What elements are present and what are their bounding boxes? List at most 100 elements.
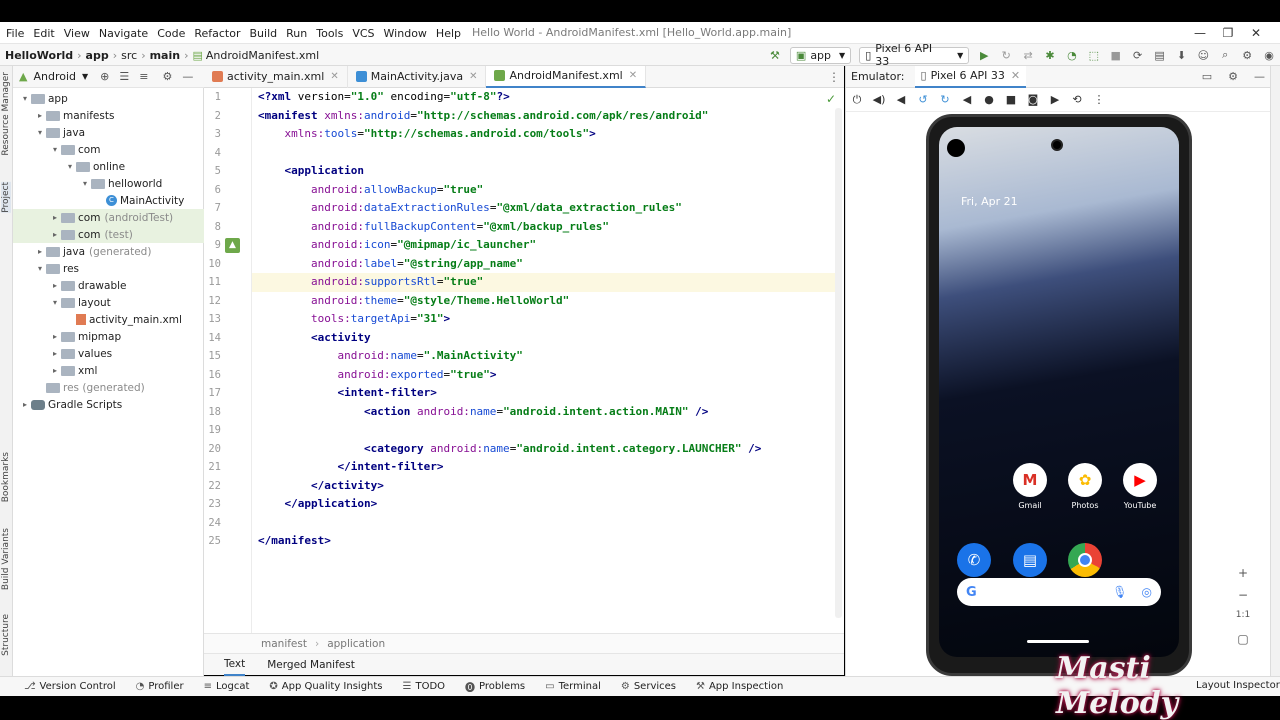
breadcrumb-item[interactable]: main xyxy=(150,49,181,62)
search-icon[interactable]: ⌕ xyxy=(1214,46,1236,64)
rotate-left-icon[interactable]: ↺ xyxy=(912,93,934,106)
code-line[interactable] xyxy=(258,421,840,440)
more-options-icon[interactable]: ⋮ xyxy=(1088,93,1110,106)
chevron-down-icon[interactable]: ▾ xyxy=(19,94,31,103)
bookmarks-tab[interactable]: Bookmarks xyxy=(1,452,11,502)
apply-changes-icon[interactable]: ⇄ xyxy=(1017,46,1039,64)
gradle-sync-icon[interactable]: ⟳ xyxy=(1127,46,1149,64)
profile-icon[interactable]: ◔ xyxy=(1061,46,1083,64)
code-line[interactable]: android:fullBackupContent="@xml/backup_r… xyxy=(258,218,840,237)
app-messages[interactable]: ▤ xyxy=(1005,543,1055,581)
zoom-in-button[interactable]: + xyxy=(1232,566,1254,588)
tree-item[interactable]: ▸ java (generated) xyxy=(13,243,204,260)
rotate-right-icon[interactable]: ↻ xyxy=(934,93,956,106)
app-chrome[interactable] xyxy=(1060,543,1110,581)
breadcrumb-application[interactable]: application xyxy=(327,638,385,650)
chevron-right-icon[interactable]: ▸ xyxy=(49,281,61,290)
google-search-bar[interactable]: G 🎙 ◎ xyxy=(957,578,1161,606)
menu-item-edit[interactable]: Edit xyxy=(33,27,54,40)
breadcrumb-item[interactable]: AndroidManifest.xml xyxy=(206,49,319,62)
sdk-manager-icon[interactable]: ⬇ xyxy=(1170,46,1192,64)
tree-item[interactable]: ▸ com (test) xyxy=(13,226,204,243)
launcher-icon-preview-icon[interactable]: ▲ xyxy=(225,238,240,253)
code-line[interactable] xyxy=(258,514,840,533)
code-line[interactable]: <?xml version="1.0" encoding="utf-8"?> xyxy=(258,88,840,107)
android-studio-logo-icon[interactable]: ◉ xyxy=(1258,46,1280,64)
volume-up-icon[interactable]: ◀) xyxy=(868,93,890,106)
project-view-select[interactable]: Android xyxy=(33,70,76,83)
tool-window-todo[interactable]: ☰ TODO xyxy=(403,681,446,692)
chevron-right-icon[interactable]: ▸ xyxy=(19,400,31,409)
tree-item[interactable]: ▾ res xyxy=(13,260,204,277)
code-line[interactable]: <action android:name="android.intent.act… xyxy=(258,403,840,422)
chevron-down-icon[interactable]: ▾ xyxy=(64,162,76,171)
lens-icon[interactable]: ◎ xyxy=(1142,585,1152,599)
app-photos[interactable]: ✿ Photos xyxy=(1060,463,1110,510)
menu-item-refactor[interactable]: Refactor xyxy=(194,27,240,40)
code-line[interactable]: <manifest xmlns:android="http://schemas.… xyxy=(258,107,840,126)
tool-window-app-inspection[interactable]: ⚒ App Inspection xyxy=(696,681,783,692)
breadcrumb-item[interactable]: HelloWorld xyxy=(5,49,73,62)
home-icon[interactable]: ● xyxy=(978,93,1000,106)
power-icon[interactable]: ⏻ xyxy=(846,93,868,107)
window-layout-icon[interactable]: ▭ xyxy=(1202,70,1212,83)
menu-item-navigate[interactable]: Navigate xyxy=(99,27,148,40)
tree-item[interactable]: ▸ xml xyxy=(13,362,204,379)
tool-window-terminal[interactable]: ▭ Terminal xyxy=(545,681,601,692)
overview-icon[interactable]: ■ xyxy=(1000,93,1022,106)
code-line[interactable] xyxy=(258,144,840,163)
breadcrumb-item[interactable]: app xyxy=(86,49,109,62)
code-line[interactable]: android:theme="@style/Theme.HelloWorld" xyxy=(258,292,840,311)
chevron-down-icon[interactable]: ▾ xyxy=(34,128,46,137)
screenshot-icon[interactable]: ◙ xyxy=(1022,93,1044,106)
home-date[interactable]: Fri, Apr 21 xyxy=(961,195,1018,208)
tree-item[interactable]: ▸ mipmap xyxy=(13,328,204,345)
more-options-icon[interactable]: ⋮ xyxy=(828,70,840,84)
chevron-right-icon[interactable]: ▸ xyxy=(49,349,61,358)
chevron-right-icon[interactable]: ▸ xyxy=(49,213,61,222)
chevron-down-icon[interactable]: ▾ xyxy=(79,179,91,188)
menu-item-tools[interactable]: Tools xyxy=(316,27,343,40)
code-line[interactable]: android:dataExtractionRules="@xml/data_e… xyxy=(258,199,840,218)
resource-manager-tab[interactable]: Resource Manager xyxy=(1,72,11,156)
zoom-out-button[interactable]: − xyxy=(1232,588,1254,610)
tool-window-app-quality-insights[interactable]: ✪ App Quality Insights xyxy=(269,681,382,692)
code-line[interactable]: </application> xyxy=(258,495,840,514)
hide-icon[interactable]: — xyxy=(182,70,193,83)
tree-item[interactable]: activity_main.xml xyxy=(13,311,204,328)
code-editor[interactable]: 1 2 3 4 5 6 7 8 9 10 11 12 13 14 15 16 17 18 19 20 21 22 23 24 2… xyxy=(204,88,844,633)
app-gmail[interactable]: M Gmail xyxy=(1005,463,1055,510)
chevron-right-icon[interactable]: ▸ xyxy=(34,247,46,256)
tree-item[interactable]: ▾ online xyxy=(13,158,204,175)
code-line[interactable]: <application xyxy=(258,162,840,181)
gear-icon[interactable]: ⚙ xyxy=(162,70,172,83)
account-icon[interactable]: ☺ xyxy=(1192,46,1214,64)
minimize-icon[interactable]: — xyxy=(1186,26,1214,40)
editor-tab[interactable]: activity_main.xml ✕ xyxy=(204,65,348,88)
tree-item[interactable]: ▾ app xyxy=(13,90,204,107)
code-line[interactable]: <category android:name="android.intent.c… xyxy=(258,440,840,459)
close-icon[interactable]: ✕ xyxy=(469,71,477,82)
screen-record-icon[interactable]: ▶ xyxy=(1044,93,1066,106)
close-icon[interactable]: ✕ xyxy=(1011,69,1020,82)
menu-item-build[interactable]: Build xyxy=(250,27,278,40)
menu-item-window[interactable]: Window xyxy=(384,27,427,40)
build-variants-tab[interactable]: Build Variants xyxy=(1,528,11,590)
attach-debugger-icon[interactable]: ⬚ xyxy=(1083,46,1105,64)
close-icon[interactable]: ✕ xyxy=(1242,26,1270,40)
code-line[interactable]: android:icon="@mipmap/ic_launcher" xyxy=(258,236,840,255)
editor-tab[interactable]: MainActivity.java ✕ xyxy=(348,65,487,88)
device-select[interactable]: ▯ Pixel 6 API 33 ▼ xyxy=(859,42,970,68)
tree-item[interactable]: ▸ com (androidTest) xyxy=(13,209,204,226)
tree-item[interactable]: ▾ java xyxy=(13,124,204,141)
code-line[interactable]: </activity> xyxy=(258,477,840,496)
structure-tab[interactable]: Structure xyxy=(1,614,11,656)
chevron-down-icon[interactable]: ▾ xyxy=(49,145,61,154)
zoom-actual-size-button[interactable]: 1:1 xyxy=(1232,610,1254,632)
volume-down-icon[interactable]: ◀ xyxy=(890,93,912,106)
menu-item-vcs[interactable]: VCS xyxy=(352,27,374,40)
chevron-right-icon[interactable]: ▸ xyxy=(34,111,46,120)
menu-item-view[interactable]: View xyxy=(64,27,90,40)
tree-item[interactable]: ▸ values xyxy=(13,345,204,362)
menu-item-code[interactable]: Code xyxy=(157,27,185,40)
